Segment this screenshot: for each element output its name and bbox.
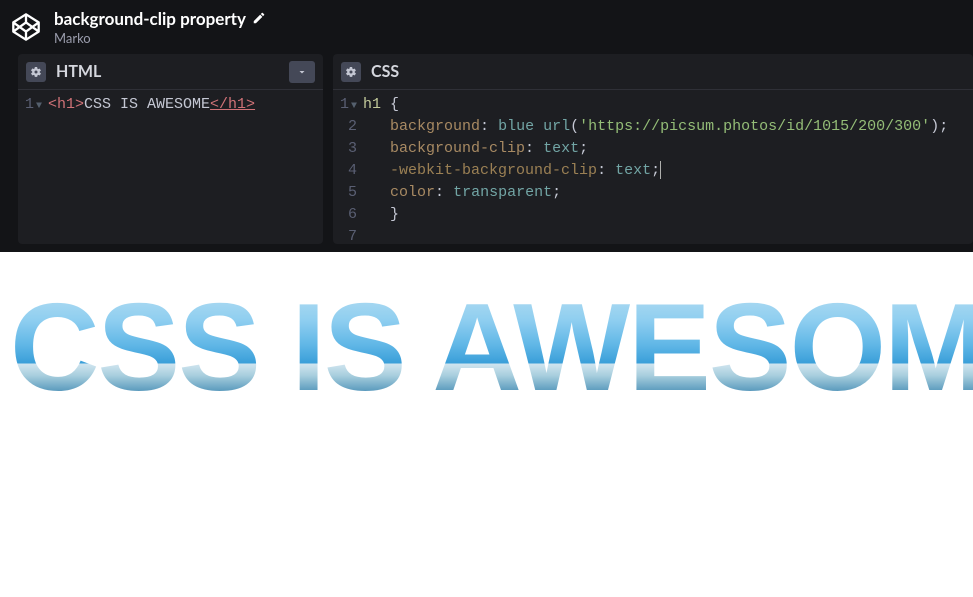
gutter-html: 1▼: [18, 90, 48, 244]
pen-author[interactable]: Marko: [54, 30, 266, 46]
text-cursor: [660, 161, 661, 179]
panel-html: HTML 1▼ <h1>CSS IS AWESOME</h1>: [18, 54, 323, 244]
pencil-icon[interactable]: [252, 8, 266, 29]
result-preview[interactable]: CSS IS AWESOME: [0, 252, 973, 597]
panel-header-html: HTML: [18, 54, 323, 90]
app-header: background-clip property Marko: [0, 0, 973, 54]
gear-icon: [30, 66, 42, 78]
gutter-css: 1▼ 2 3 4 5 6 7: [333, 90, 363, 244]
panel-title-css: CSS: [371, 62, 965, 81]
codepen-logo-icon[interactable]: [10, 11, 42, 43]
code-editor-html[interactable]: 1▼ <h1>CSS IS AWESOME</h1>: [18, 90, 323, 244]
panel-css: CSS 1▼ 2 3 4 5 6 7 h1 { background: blue…: [333, 54, 973, 244]
chevron-down-icon: [296, 66, 308, 78]
collapse-button-html[interactable]: [289, 61, 315, 83]
code-editor-css[interactable]: 1▼ 2 3 4 5 6 7 h1 { background: blue url…: [333, 90, 973, 244]
gear-icon: [345, 66, 357, 78]
code-lines-html: <h1>CSS IS AWESOME</h1>: [48, 90, 255, 244]
pen-title[interactable]: background-clip property: [54, 8, 266, 29]
settings-button-css[interactable]: [341, 62, 361, 82]
panel-title-html: HTML: [56, 62, 279, 81]
panel-header-css: CSS: [333, 54, 973, 90]
preview-heading: CSS IS AWESOME: [10, 286, 973, 410]
pen-title-text: background-clip property: [54, 8, 246, 29]
editors-row: HTML 1▼ <h1>CSS IS AWESOME</h1> CSS 1▼ 2…: [0, 54, 973, 244]
code-lines-css: h1 { background: blue url('https://picsu…: [363, 90, 948, 244]
pen-meta: background-clip property Marko: [54, 8, 266, 46]
settings-button-html[interactable]: [26, 62, 46, 82]
